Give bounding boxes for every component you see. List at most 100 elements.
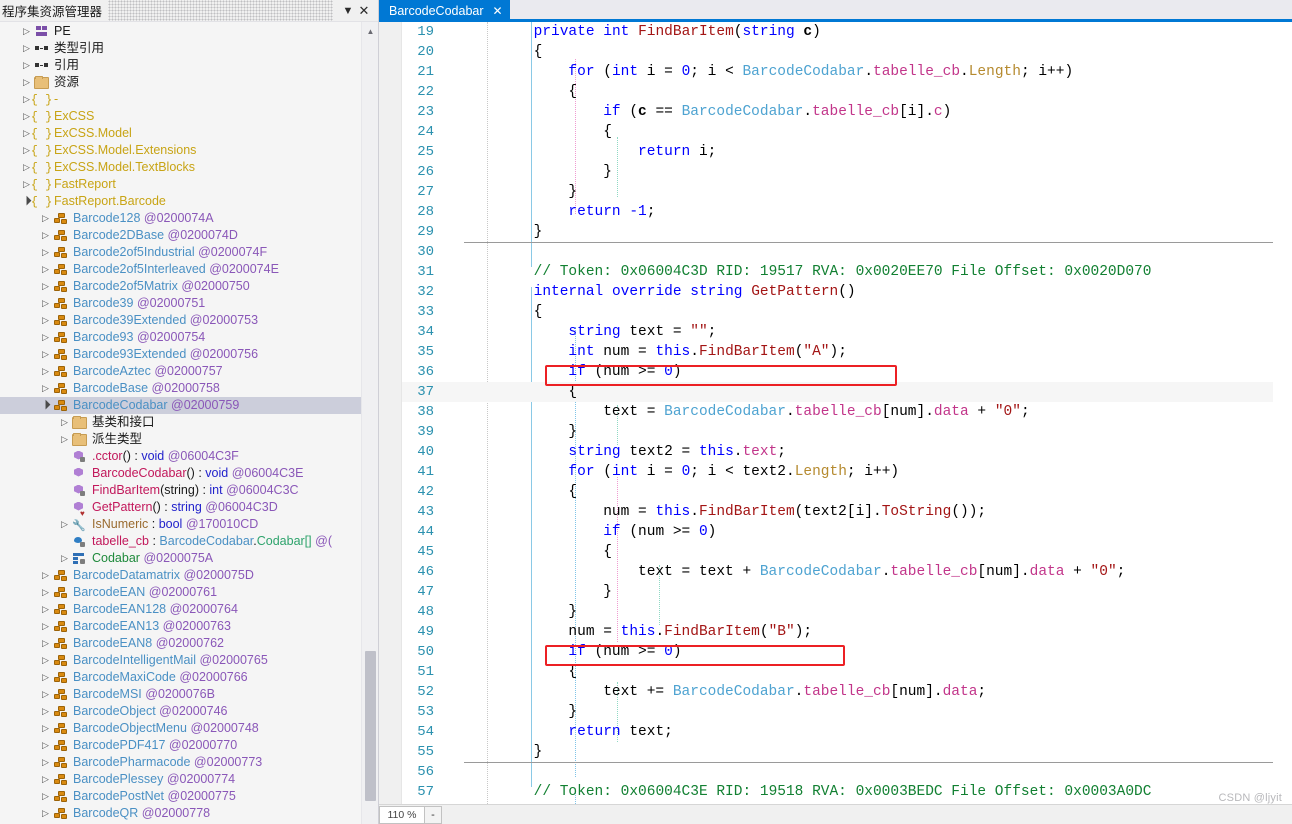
- code-line[interactable]: 49 num = this.FindBarItem("B");: [402, 622, 1273, 642]
- code-line[interactable]: 37 {: [402, 382, 1273, 402]
- code-line[interactable]: 35 int num = this.FindBarItem("A");: [402, 342, 1273, 362]
- tree-item[interactable]: Barcode2of5Interleaved @0200074E: [0, 261, 361, 278]
- tree-item[interactable]: BarcodeEAN8 @02000762: [0, 635, 361, 652]
- expand-arrow-icon[interactable]: [39, 788, 52, 805]
- code-line[interactable]: 36 if (num >= 0): [402, 362, 1273, 382]
- tree-item[interactable]: BarcodeEAN13 @02000763: [0, 618, 361, 635]
- tree-item[interactable]: BarcodePharmacode @02000773: [0, 754, 361, 771]
- code-line[interactable]: 51 {: [402, 662, 1273, 682]
- tree-item[interactable]: Barcode93Extended @02000756: [0, 346, 361, 363]
- expand-arrow-icon[interactable]: [39, 584, 52, 601]
- code-line[interactable]: 19 private int FindBarItem(string c): [402, 22, 1273, 42]
- code-line[interactable]: 25 return i;: [402, 142, 1273, 162]
- tree-item[interactable]: { }ExCSS.Model.TextBlocks: [0, 159, 361, 176]
- expand-arrow-icon[interactable]: [20, 74, 33, 91]
- code-line[interactable]: 34 string text = "";: [402, 322, 1273, 342]
- assembly-tree[interactable]: PE类型引用引用资源{ }-{ }ExCSS{ }ExCSS.Model{ }E…: [0, 22, 361, 824]
- tree-item[interactable]: Barcode2of5Industrial @0200074F: [0, 244, 361, 261]
- expand-arrow-icon[interactable]: [20, 57, 33, 74]
- chevron-down-icon[interactable]: ▼: [341, 3, 355, 19]
- code-line[interactable]: 29 }: [402, 222, 1273, 242]
- code-line[interactable]: 41 for (int i = 0; i < text2.Length; i++…: [402, 462, 1273, 482]
- expand-arrow-icon[interactable]: [39, 210, 52, 227]
- code-scroll-region[interactable]: 19 private int FindBarItem(string c) 20 {…: [402, 22, 1273, 804]
- expand-arrow-icon[interactable]: [39, 261, 52, 278]
- code-line[interactable]: 43 num = this.FindBarItem(text2[i].ToStr…: [402, 502, 1273, 522]
- code-line[interactable]: 22 {: [402, 82, 1273, 102]
- tree-item[interactable]: { }ExCSS.Model: [0, 125, 361, 142]
- tree-item[interactable]: BarcodePDF417 @02000770: [0, 737, 361, 754]
- tree-item[interactable]: { }-: [0, 91, 361, 108]
- code-line[interactable]: 55 }: [402, 742, 1273, 762]
- tree-item[interactable]: { }ExCSS: [0, 108, 361, 125]
- tree-item[interactable]: BarcodePostNet @02000775: [0, 788, 361, 805]
- expand-arrow-icon[interactable]: [39, 669, 52, 686]
- tree-item[interactable]: { }ExCSS.Model.Extensions: [0, 142, 361, 159]
- expand-arrow-icon[interactable]: [58, 414, 71, 431]
- tree-item[interactable]: BarcodeCodabar() : void @06004C3E: [0, 465, 361, 482]
- tree-item[interactable]: { }FastReport: [0, 176, 361, 193]
- code-line[interactable]: 53 }: [402, 702, 1273, 722]
- code-line[interactable]: 38 text = BarcodeCodabar.tabelle_cb[num]…: [402, 402, 1273, 422]
- expand-arrow-icon[interactable]: [39, 601, 52, 618]
- expand-arrow-icon[interactable]: [39, 686, 52, 703]
- expand-arrow-icon[interactable]: [39, 363, 52, 380]
- fold-margin[interactable]: [379, 22, 402, 804]
- tree-scrollbar-thumb[interactable]: [365, 651, 376, 801]
- expand-arrow-icon[interactable]: [39, 329, 52, 346]
- tree-item[interactable]: Barcode39Extended @02000753: [0, 312, 361, 329]
- expand-arrow-icon[interactable]: [39, 244, 52, 261]
- expand-arrow-icon[interactable]: [58, 431, 71, 448]
- code-line[interactable]: 20 {: [402, 42, 1273, 62]
- tree-scrollbar[interactable]: ▲: [361, 22, 378, 824]
- code-line[interactable]: 46 text = text + BarcodeCodabar.tabelle_…: [402, 562, 1273, 582]
- code-line[interactable]: 47 }: [402, 582, 1273, 602]
- tree-item[interactable]: Barcode2of5Matrix @02000750: [0, 278, 361, 295]
- tree-item[interactable]: { }FastReport.Barcode: [0, 193, 361, 210]
- expand-arrow-icon[interactable]: [39, 635, 52, 652]
- close-icon[interactable]: ✕: [357, 3, 371, 19]
- code-line[interactable]: 32 internal override string GetPattern(): [402, 282, 1273, 302]
- tree-item[interactable]: BarcodeDatamatrix @0200075D: [0, 567, 361, 584]
- tree-item[interactable]: BarcodeEAN @02000761: [0, 584, 361, 601]
- tree-item[interactable]: Barcode93 @02000754: [0, 329, 361, 346]
- expand-arrow-icon[interactable]: [20, 23, 33, 40]
- expand-arrow-icon[interactable]: [58, 550, 71, 567]
- expand-arrow-icon[interactable]: [39, 737, 52, 754]
- expand-arrow-icon[interactable]: [39, 754, 52, 771]
- code-line[interactable]: 42 {: [402, 482, 1273, 502]
- expand-arrow-icon[interactable]: [39, 380, 52, 397]
- tree-item[interactable]: 引用: [0, 57, 361, 74]
- tree-item[interactable]: BarcodeAztec @02000757: [0, 363, 361, 380]
- tree-item[interactable]: IsNumeric : bool @170010CD: [0, 516, 361, 535]
- tree-item[interactable]: 基类和接口: [0, 414, 361, 431]
- code-line[interactable]: 50 if (num >= 0): [402, 642, 1273, 662]
- code-line[interactable]: 45 {: [402, 542, 1273, 562]
- tree-item[interactable]: BarcodeObject @02000746: [0, 703, 361, 720]
- code-line[interactable]: 39 }: [402, 422, 1273, 442]
- expand-arrow-icon[interactable]: [39, 805, 52, 822]
- code-line[interactable]: 48 }: [402, 602, 1273, 622]
- code-line[interactable]: 27 }: [402, 182, 1273, 202]
- tree-item[interactable]: BarcodePlessey @02000774: [0, 771, 361, 788]
- tree-item[interactable]: .cctor() : void @06004C3F: [0, 448, 361, 465]
- code-line[interactable]: 56: [402, 762, 1273, 782]
- tree-item[interactable]: BarcodeCodabar @02000759: [0, 397, 361, 414]
- tree-item[interactable]: BarcodeQR @02000778: [0, 805, 361, 822]
- scroll-up-arrow[interactable]: ▲: [362, 24, 378, 39]
- expand-arrow-icon[interactable]: [39, 278, 52, 295]
- tree-item[interactable]: 资源: [0, 74, 361, 91]
- expand-arrow-icon[interactable]: [39, 295, 52, 312]
- close-icon[interactable]: ✕: [493, 5, 503, 17]
- expand-arrow-icon[interactable]: [39, 227, 52, 244]
- expand-arrow-icon[interactable]: [39, 652, 52, 669]
- collapse-arrow-icon[interactable]: [39, 397, 52, 414]
- expand-arrow-icon[interactable]: [39, 312, 52, 329]
- code-line[interactable]: 21 for (int i = 0; i < BarcodeCodabar.ta…: [402, 62, 1273, 82]
- tree-item[interactable]: GetPattern() : string @06004C3D: [0, 499, 361, 522]
- tree-item[interactable]: PE: [0, 23, 361, 40]
- code-lines[interactable]: 19 private int FindBarItem(string c) 20 {…: [402, 22, 1273, 804]
- tab-barcodecodabar[interactable]: BarcodeCodabar ✕: [379, 0, 510, 22]
- zoom-out-button[interactable]: -: [425, 805, 442, 824]
- code-line[interactable]: 44 if (num >= 0): [402, 522, 1273, 542]
